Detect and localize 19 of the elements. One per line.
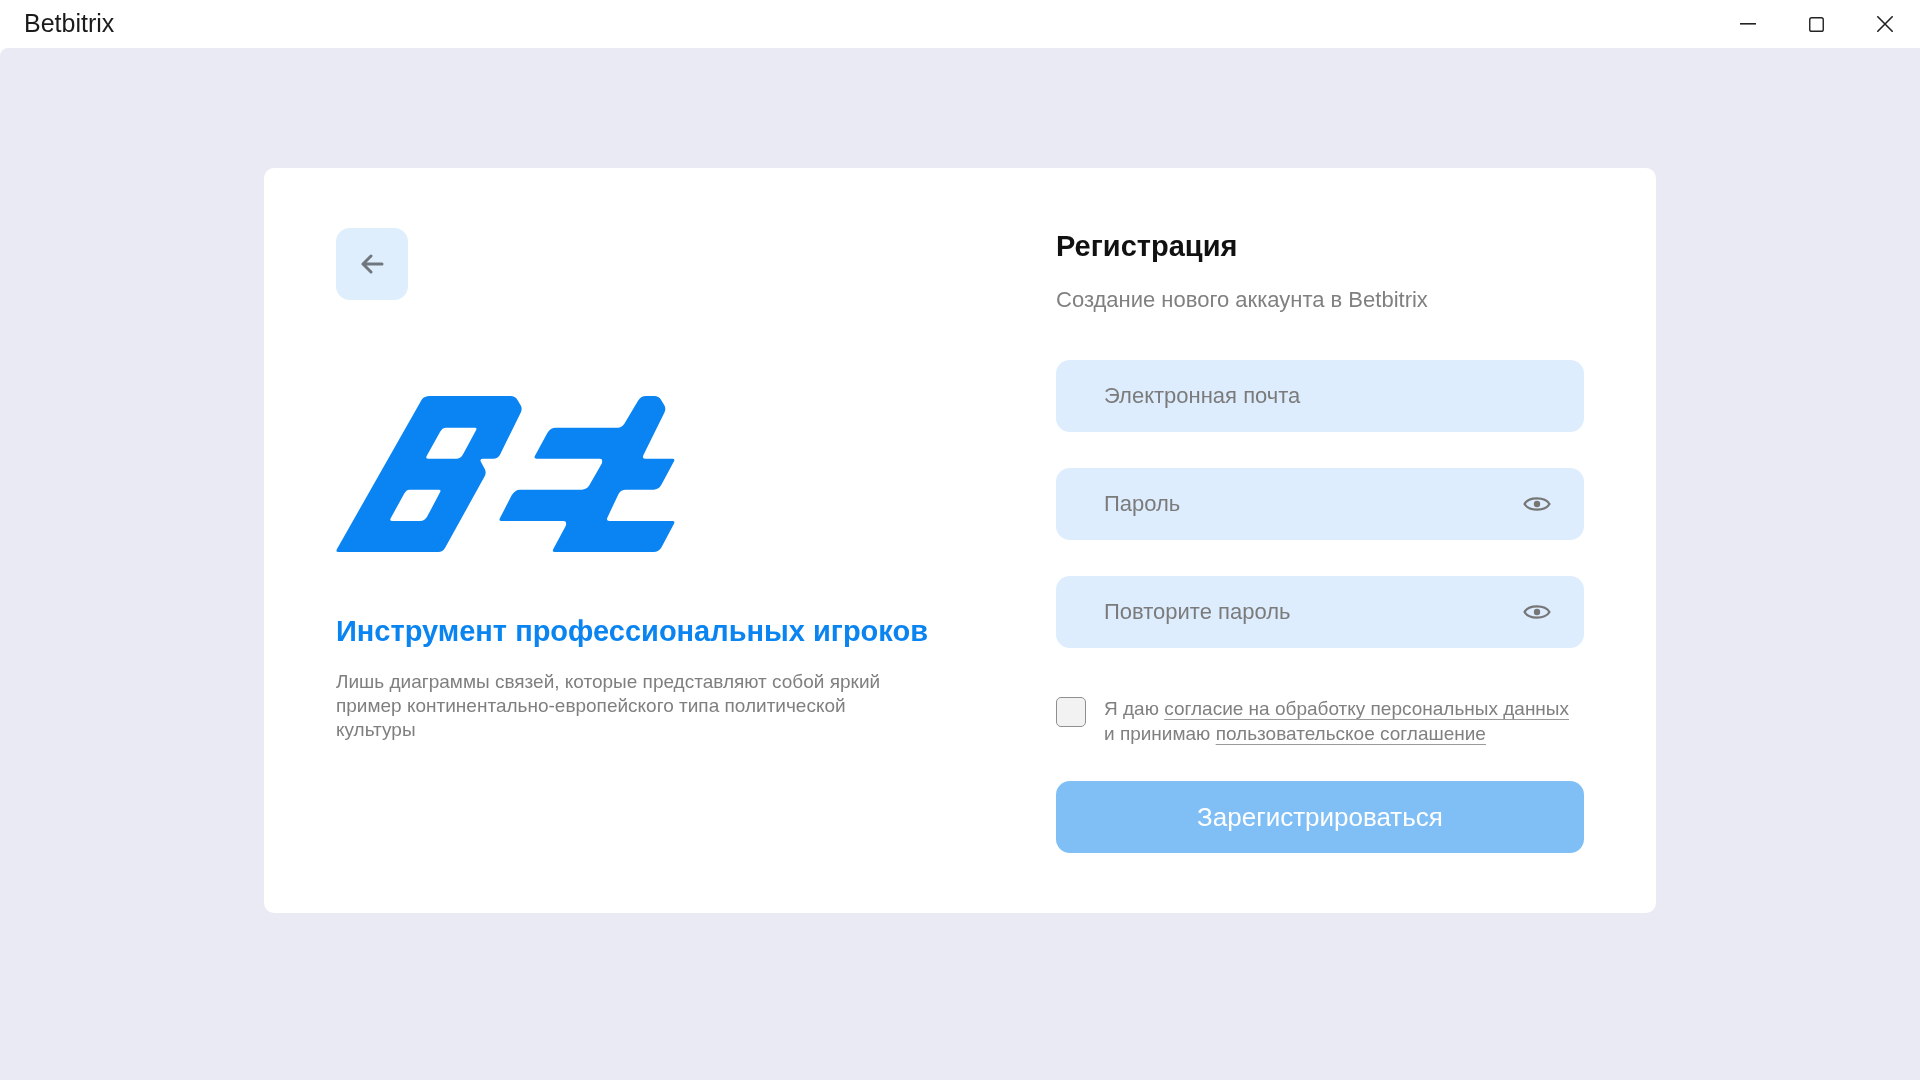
password-field[interactable]: Пароль — [1056, 468, 1584, 540]
password-field[interactable]: Повторите пароль — [1056, 576, 1584, 648]
email-field[interactable]: Электронная почта — [1056, 360, 1584, 432]
minimize-icon[interactable] — [1740, 23, 1756, 25]
form-title: Регистрация — [1056, 229, 1239, 263]
consent-checkbox[interactable] — [1056, 697, 1086, 727]
back-button[interactable] — [336, 228, 408, 300]
arrow-left-icon — [360, 252, 384, 276]
form-subtitle: Создание нового аккаунта в Betbitrix — [1056, 286, 1429, 314]
consent-link[interactable]: пользовательское соглашение — [1215, 723, 1486, 744]
promo-text: Лишь диаграммы связей, которые представляют собой яркий пример континентально-европейского типа политической культуры — [336, 670, 882, 742]
maximize-icon[interactable] — [1809, 16, 1824, 32]
eye-icon[interactable] — [1523, 603, 1551, 621]
consent-text: Я даю согласие на обработку персональных данных и принимаю пользовательское соглашение — [1104, 697, 1570, 746]
close-icon[interactable] — [1877, 16, 1893, 32]
window-title: Betbitrix — [24, 8, 115, 40]
promo-heading: Инструмент профессиональных игроков — [336, 614, 928, 649]
consent-link[interactable]: согласие на обработку персональных данных — [1164, 698, 1570, 719]
eye-icon[interactable] — [1523, 495, 1551, 513]
